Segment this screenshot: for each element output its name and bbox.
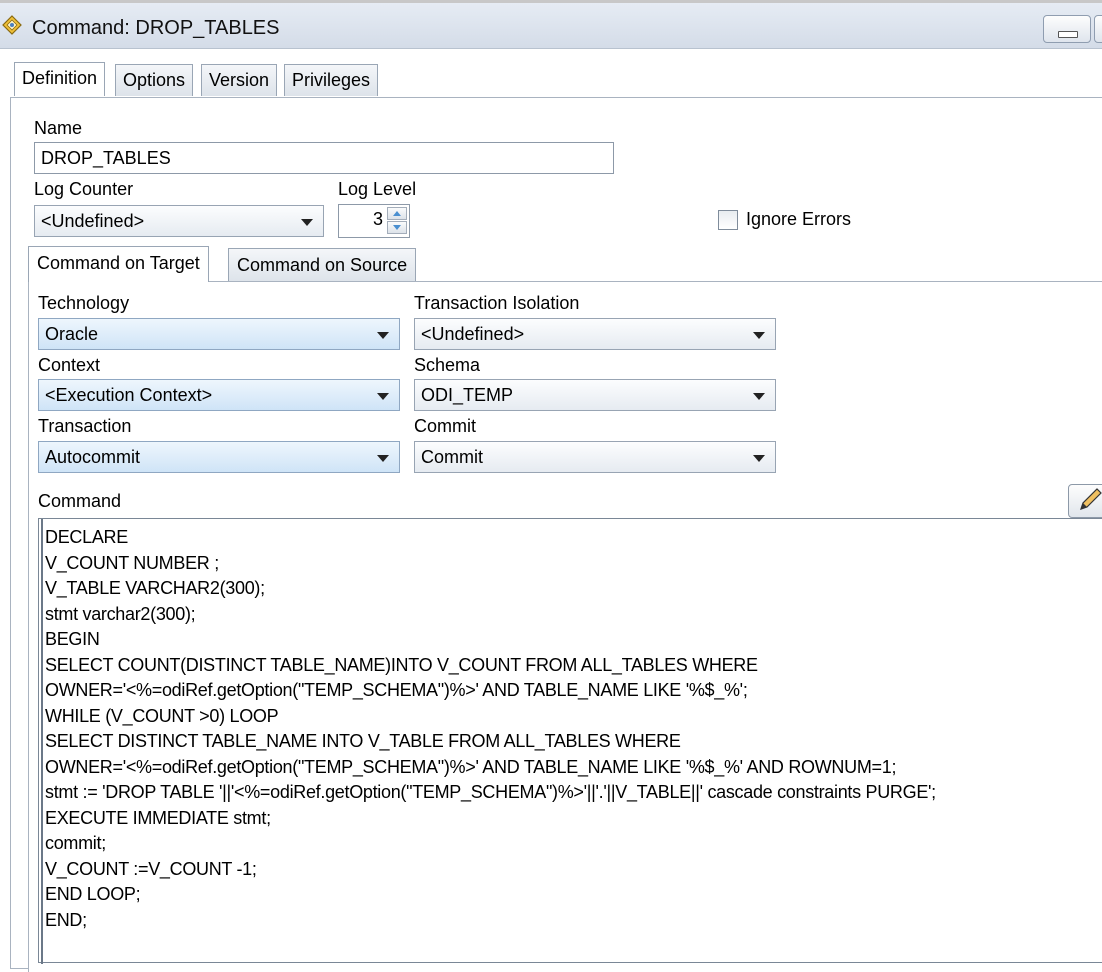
commit-value: Commit	[421, 447, 483, 467]
code-line: commit;	[45, 833, 106, 853]
code-line: SELECT COUNT(DISTINCT TABLE_NAME)INTO V_…	[45, 654, 758, 675]
schema-select[interactable]: ODI_TEMP	[414, 379, 776, 411]
edit-command-button[interactable]	[1068, 484, 1102, 518]
tab-command-on-target[interactable]: Command on Target	[28, 246, 209, 282]
technology-value: Oracle	[45, 324, 99, 344]
code-line: stmt varchar2(300);	[45, 603, 196, 624]
code-line: stmt := 'DROP TABLE '||'<%=odiRef.getOpt…	[45, 782, 936, 802]
log-level-value: 3	[372, 209, 383, 229]
code-line: OWNER='<%=odiRef.getOption("TEMP_SCHEMA"…	[45, 680, 748, 700]
code-line: DECLARE	[45, 527, 128, 547]
log-counter-label: Log Counter	[34, 179, 134, 199]
ignore-errors-label: Ignore Errors	[746, 209, 852, 229]
technology-label: Technology	[38, 293, 130, 313]
transaction-isolation-value: <Undefined>	[421, 324, 525, 344]
chevron-down-icon	[753, 332, 765, 339]
pencil-icon	[1080, 488, 1102, 510]
tab-definition[interactable]: Definition	[14, 62, 106, 96]
name-input[interactable]	[34, 142, 614, 174]
command-icon	[2, 15, 22, 35]
tab-command-on-source[interactable]: Command on Source	[228, 248, 417, 282]
log-counter-select[interactable]: <Undefined>	[34, 205, 324, 237]
spinner-buttons	[387, 207, 407, 235]
tab-options[interactable]: Options	[115, 64, 194, 96]
log-level-label: Log Level	[338, 179, 417, 199]
chevron-down-icon	[753, 455, 765, 462]
maximize-button[interactable]	[1094, 15, 1102, 43]
code-line: WHILE (V_COUNT >0) LOOP	[45, 705, 279, 726]
ignore-errors-checkbox[interactable]	[718, 210, 738, 230]
chevron-down-icon	[753, 393, 765, 400]
spinner-down-icon[interactable]	[387, 221, 407, 234]
schema-label: Schema	[414, 355, 481, 375]
code-line: END LOOP;	[45, 884, 141, 904]
transaction-isolation-select[interactable]: <Undefined>	[414, 318, 776, 350]
editor-gutter	[41, 519, 43, 964]
name-label: Name	[34, 118, 83, 138]
tab-privileges[interactable]: Privileges	[284, 64, 379, 96]
tab-version[interactable]: Version	[201, 64, 278, 96]
log-counter-value: <Undefined>	[41, 211, 145, 231]
chevron-down-icon	[377, 455, 389, 462]
commit-select[interactable]: Commit	[414, 441, 776, 473]
log-level-spinner[interactable]: 3	[338, 204, 410, 238]
chevron-down-icon	[377, 393, 389, 400]
transaction-label: Transaction	[38, 416, 132, 436]
chevron-down-icon	[377, 332, 389, 339]
transaction-isolation-label: Transaction Isolation	[414, 293, 580, 313]
title-bar: Command: DROP_TABLES	[0, 3, 1102, 49]
code-line: BEGIN	[45, 629, 100, 649]
command-editor[interactable]: DECLARE V_COUNT NUMBER ; V_TABLE VARCHAR2(…	[38, 518, 1102, 964]
transaction-value: Autocommit	[45, 447, 141, 467]
context-label: Context	[38, 355, 101, 375]
command-label: Command	[38, 491, 122, 511]
technology-select[interactable]: Oracle	[38, 318, 400, 350]
code-line: EXECUTE IMMEDIATE stmt;	[45, 807, 271, 828]
transaction-select[interactable]: Autocommit	[38, 441, 400, 473]
code-line: V_COUNT NUMBER ;	[45, 552, 219, 573]
window-title: Command: DROP_TABLES	[32, 17, 280, 39]
minimize-button[interactable]	[1043, 15, 1091, 43]
schema-value: ODI_TEMP	[421, 385, 514, 405]
code-line: V_COUNT :=V_COUNT -1;	[45, 858, 257, 879]
chevron-down-icon	[301, 219, 313, 226]
spinner-up-icon[interactable]	[387, 207, 407, 220]
context-select[interactable]: <Execution Context>	[38, 379, 400, 411]
code-line: V_TABLE VARCHAR2(300);	[45, 578, 265, 598]
context-value: <Execution Context>	[45, 385, 213, 405]
commit-label: Commit	[414, 416, 476, 436]
code-line: END;	[45, 909, 87, 930]
code-line: SELECT DISTINCT TABLE_NAME INTO V_TABLE …	[45, 731, 681, 751]
code-line: OWNER='<%=odiRef.getOption("TEMP_SCHEMA"…	[45, 756, 897, 777]
